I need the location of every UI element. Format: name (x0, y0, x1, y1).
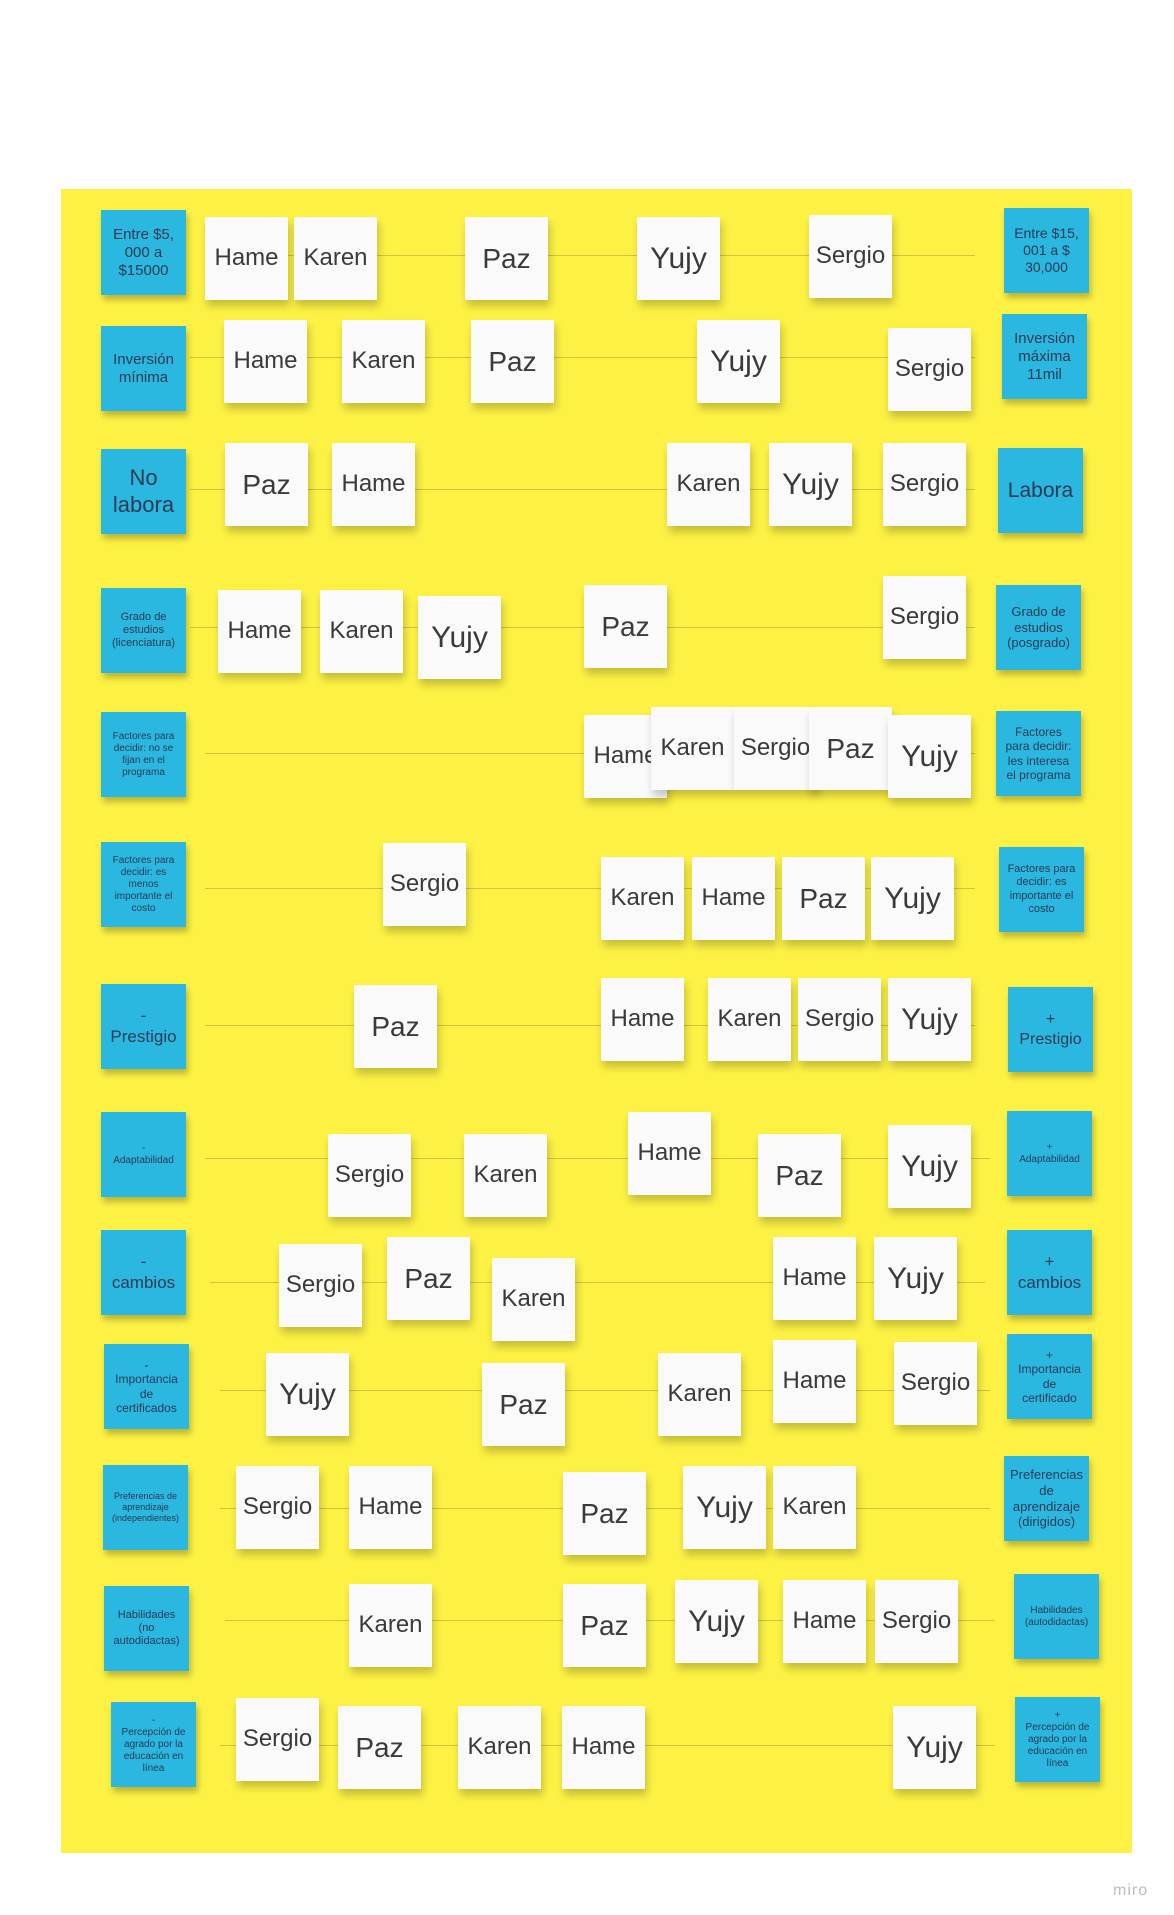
pole-sticky-left[interactable]: Habilidades (no autodidactas) (104, 1586, 189, 1671)
pole-sticky-right[interactable]: Grado de estudios (posgrado) (996, 585, 1081, 670)
name-sticky-paz[interactable]: Paz (758, 1134, 841, 1217)
name-sticky-yujy[interactable]: Yujy (888, 715, 971, 798)
name-sticky-yujy[interactable]: Yujy (683, 1466, 766, 1549)
pole-sticky-right[interactable]: Habilidades (autodidactas) (1014, 1574, 1099, 1659)
name-sticky-paz[interactable]: Paz (563, 1472, 646, 1555)
name-sticky-paz[interactable]: Paz (563, 1584, 646, 1667)
name-sticky-paz[interactable]: Paz (338, 1706, 421, 1789)
name-sticky-karen[interactable]: Karen (708, 978, 791, 1061)
name-sticky-sergio[interactable]: Sergio (809, 215, 892, 298)
name-sticky-sergio[interactable]: Sergio (236, 1466, 319, 1549)
pole-sticky-right[interactable]: + Prestigio (1008, 987, 1093, 1072)
pole-sticky-left[interactable]: - Importancia de certificados (104, 1344, 189, 1429)
pole-sticky-left[interactable]: - Prestigio (101, 984, 186, 1069)
name-sticky-hame[interactable]: Hame (773, 1237, 856, 1320)
name-sticky-yujy[interactable]: Yujy (769, 443, 852, 526)
pole-sticky-right[interactable]: + Percepción de agrado por la educación … (1015, 1697, 1100, 1782)
pole-sticky-right[interactable]: Factores para decidir: les interesa el p… (996, 711, 1081, 796)
name-sticky-sergio[interactable]: Sergio (798, 978, 881, 1061)
name-sticky-paz[interactable]: Paz (471, 320, 554, 403)
pole-sticky-left[interactable]: No labora (101, 449, 186, 534)
name-sticky-paz[interactable]: Paz (225, 443, 308, 526)
pole-sticky-left[interactable]: Factores para decidir: es menos importan… (101, 842, 186, 927)
pole-sticky-right[interactable]: + Adaptabilidad (1007, 1111, 1092, 1196)
name-sticky-yujy[interactable]: Yujy (266, 1353, 349, 1436)
name-sticky-paz[interactable]: Paz (482, 1363, 565, 1446)
name-sticky-yujy[interactable]: Yujy (675, 1580, 758, 1663)
name-sticky-sergio[interactable]: Sergio (894, 1342, 977, 1425)
scale-line (190, 357, 975, 358)
name-sticky-hame[interactable]: Hame (628, 1112, 711, 1195)
name-sticky-yujy[interactable]: Yujy (874, 1237, 957, 1320)
name-sticky-yujy[interactable]: Yujy (697, 320, 780, 403)
pole-sticky-right[interactable]: + cambios (1007, 1230, 1092, 1315)
name-sticky-karen[interactable]: Karen (667, 443, 750, 526)
name-sticky-karen[interactable]: Karen (464, 1134, 547, 1217)
name-sticky-paz[interactable]: Paz (584, 585, 667, 668)
name-sticky-karen[interactable]: Karen (320, 590, 403, 673)
name-sticky-karen[interactable]: Karen (658, 1353, 741, 1436)
name-sticky-hame[interactable]: Hame (224, 320, 307, 403)
name-sticky-sergio[interactable]: Sergio (875, 1580, 958, 1663)
name-sticky-karen[interactable]: Karen (342, 320, 425, 403)
name-sticky-yujy[interactable]: Yujy (888, 978, 971, 1061)
name-sticky-karen[interactable]: Karen (651, 707, 734, 790)
name-sticky-paz[interactable]: Paz (354, 985, 437, 1068)
name-sticky-yujy[interactable]: Yujy (418, 596, 501, 679)
name-sticky-yujy[interactable]: Yujy (871, 857, 954, 940)
pole-sticky-left[interactable]: - Adaptabilidad (101, 1112, 186, 1197)
name-sticky-hame[interactable]: Hame (332, 443, 415, 526)
name-sticky-hame[interactable]: Hame (562, 1706, 645, 1789)
pole-sticky-right[interactable]: Entre $15, 001 a $ 30,000 (1004, 208, 1089, 293)
pole-sticky-left[interactable]: Factores para decidir: no se fijan en el… (101, 712, 186, 797)
name-sticky-yujy[interactable]: Yujy (888, 1125, 971, 1208)
pole-sticky-left[interactable]: Entre $5, 000 a $15000 (101, 210, 186, 295)
name-sticky-hame[interactable]: Hame (783, 1580, 866, 1663)
pole-sticky-right[interactable]: + Importancia de certificado (1007, 1334, 1092, 1419)
name-sticky-sergio[interactable]: Sergio (279, 1244, 362, 1327)
name-sticky-karen[interactable]: Karen (601, 857, 684, 940)
pole-sticky-right[interactable]: Labora (998, 448, 1083, 533)
name-sticky-sergio[interactable]: Sergio (883, 576, 966, 659)
name-sticky-paz[interactable]: Paz (809, 707, 892, 790)
name-sticky-paz[interactable]: Paz (387, 1237, 470, 1320)
pole-sticky-right[interactable]: Factores para decidir: es importante el … (999, 847, 1084, 932)
scale-line (205, 1158, 990, 1159)
name-sticky-paz[interactable]: Paz (782, 857, 865, 940)
pole-sticky-left[interactable]: - Percepción de agrado por la educación … (111, 1702, 196, 1787)
miro-watermark: miro (1113, 1882, 1149, 1899)
name-sticky-sergio[interactable]: Sergio (883, 443, 966, 526)
name-sticky-sergio[interactable]: Sergio (328, 1134, 411, 1217)
name-sticky-hame[interactable]: Hame (601, 978, 684, 1061)
pole-sticky-left[interactable]: Preferencias de aprendizaje (independien… (103, 1465, 188, 1550)
pole-sticky-right[interactable]: Preferencias de aprendizaje (dirigidos) (1004, 1456, 1089, 1541)
pole-sticky-right[interactable]: Inversión máxima 11mil (1002, 314, 1087, 399)
name-sticky-karen[interactable]: Karen (294, 217, 377, 300)
name-sticky-sergio[interactable]: Sergio (888, 328, 971, 411)
pole-sticky-left[interactable]: Grado de estudios (licenciatura) (101, 588, 186, 673)
name-sticky-hame[interactable]: Hame (205, 217, 288, 300)
name-sticky-sergio[interactable]: Sergio (734, 707, 817, 790)
name-sticky-karen[interactable]: Karen (773, 1466, 856, 1549)
name-sticky-karen[interactable]: Karen (458, 1706, 541, 1789)
name-sticky-sergio[interactable]: Sergio (383, 843, 466, 926)
pole-sticky-left[interactable]: - cambios (101, 1230, 186, 1315)
scale-line (190, 627, 975, 628)
name-sticky-yujy[interactable]: Yujy (637, 217, 720, 300)
name-sticky-yujy[interactable]: Yujy (893, 1706, 976, 1789)
pole-sticky-left[interactable]: Inversión mínima (101, 326, 186, 411)
name-sticky-sergio[interactable]: Sergio (236, 1698, 319, 1781)
name-sticky-hame[interactable]: Hame (773, 1340, 856, 1423)
name-sticky-hame[interactable]: Hame (349, 1466, 432, 1549)
name-sticky-paz[interactable]: Paz (465, 217, 548, 300)
name-sticky-hame[interactable]: Hame (218, 590, 301, 673)
name-sticky-karen[interactable]: Karen (349, 1584, 432, 1667)
name-sticky-hame[interactable]: Hame (692, 857, 775, 940)
name-sticky-karen[interactable]: Karen (492, 1258, 575, 1341)
